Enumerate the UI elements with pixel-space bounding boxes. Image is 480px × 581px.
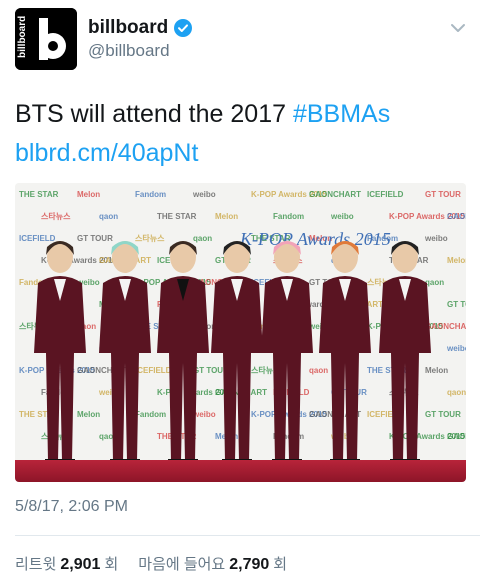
photo-banner-headline: K-POP Awards 2015 <box>239 229 391 249</box>
banner-logo: Fandom <box>135 410 166 419</box>
banner-logo: qaon <box>99 212 118 221</box>
banner-logo: weibo <box>424 234 448 243</box>
banner-logo: GT TOUR <box>425 410 461 419</box>
tweet-timestamp: 5/8/17, 2:06 PM <box>15 498 128 515</box>
banner-logo: ICEFIELD <box>367 190 404 199</box>
banner-logo: 스타뉴스 <box>135 233 165 243</box>
banner-logo: GAONCHART <box>447 432 466 441</box>
tweet-url-link[interactable]: blbrd.cm/40apNt <box>15 135 198 171</box>
display-name[interactable]: billboard <box>88 17 168 39</box>
banner-logo: GT TOUR <box>447 300 466 309</box>
banner-logo: THE STAR <box>157 212 197 221</box>
retweets-unit: 회 <box>104 556 119 573</box>
likes-label[interactable]: 마음에 들어요 <box>138 553 225 574</box>
banner-logo: Melon <box>77 190 100 199</box>
verified-badge-icon <box>174 19 193 37</box>
banner-logo: GAONCHART <box>425 322 466 331</box>
banner-logo: weibo <box>330 212 354 221</box>
tweet-photo[interactable]: THE STAR Melon Fandom weibo K-POP Awards 201… <box>15 183 466 482</box>
banner-logo: Melon <box>77 410 100 419</box>
banner-logo: qaon <box>193 234 212 243</box>
banner-logo: GAONCHART <box>447 212 466 221</box>
likes-unit: 회 <box>273 556 288 573</box>
banner-logo: GAONCHART <box>309 190 361 199</box>
banner-logo: ICEFIELD <box>19 234 56 243</box>
banner-logo: ICEFIELD <box>135 366 172 375</box>
banner-logo: Melon <box>447 256 466 265</box>
billboard-avatar[interactable]: billboard <box>15 8 77 70</box>
banner-logo: qaon <box>447 388 466 397</box>
retweets-count[interactable]: 2,901 <box>60 556 100 574</box>
banner-logo: GT TOUR <box>425 190 461 199</box>
hashtag-link[interactable]: #BBMAs <box>293 100 390 128</box>
banner-logo: qaon <box>425 278 444 287</box>
tweet-stats: 리트윗 2,901 회 마음에 들어요 2,790 회 <box>15 553 287 574</box>
banner-logo: weibo <box>192 190 216 199</box>
account-handle[interactable]: @billboard <box>88 41 170 61</box>
retweets-label[interactable]: 리트윗 <box>15 553 56 574</box>
banner-logo: Fandom <box>135 190 166 199</box>
tweet-text-plain: BTS will attend the 2017 <box>15 100 293 128</box>
banner-logo: Fandom <box>273 212 304 221</box>
logo-wordmark: billboard <box>17 16 28 58</box>
likes-count[interactable]: 2,790 <box>229 556 269 574</box>
tweet-text: BTS will attend the 2017 #BBMAs <box>15 96 390 132</box>
banner-logo: GT TOUR <box>77 234 113 243</box>
banner-logo: 스타뉴스 <box>41 211 71 221</box>
chevron-down-icon[interactable] <box>448 20 468 36</box>
banner-logo: Melon <box>215 212 238 221</box>
banner-logo: Melon <box>425 366 448 375</box>
banner-logo: qaon <box>309 366 328 375</box>
banner-logo: weibo <box>446 344 466 353</box>
divider <box>15 535 480 536</box>
banner-logo: THE STAR <box>19 190 59 199</box>
